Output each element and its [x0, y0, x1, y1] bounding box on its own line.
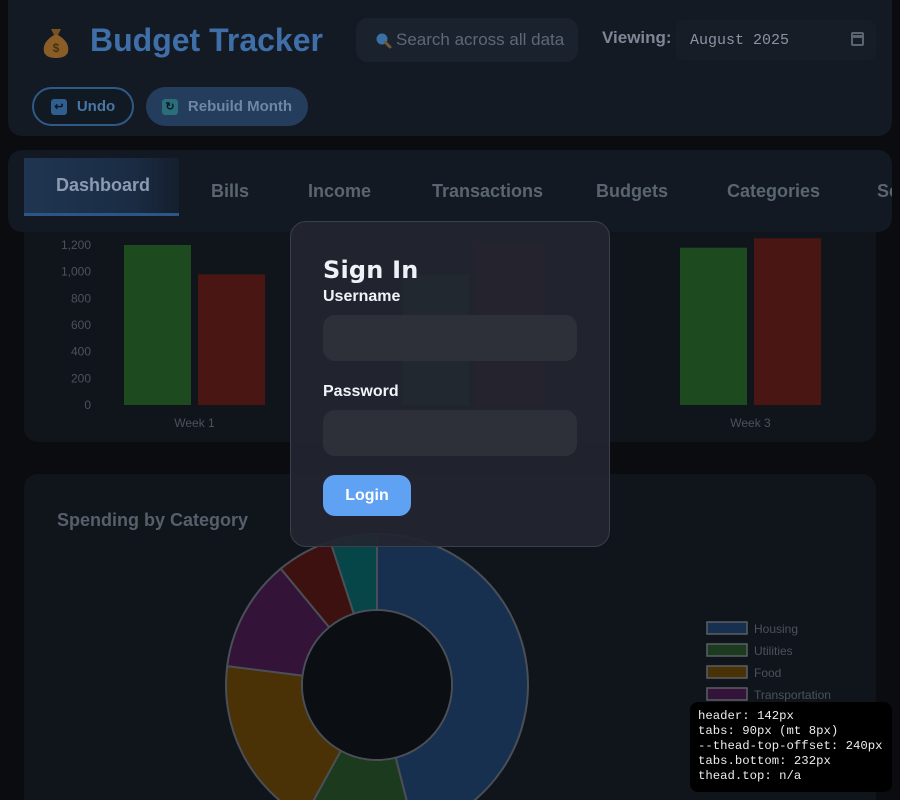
legend-swatch	[706, 643, 748, 657]
y-tick-label: 0	[84, 398, 91, 412]
month-picker[interactable]: August 2025	[676, 20, 876, 60]
search-icon	[376, 33, 392, 49]
bar	[198, 274, 265, 405]
bar	[754, 238, 821, 405]
y-tick-label: 400	[71, 345, 91, 359]
undo-label: Undo	[76, 98, 116, 115]
debug-line: --thead-top-offset: 240px	[698, 739, 883, 753]
money-bag-icon: $	[43, 29, 69, 58]
legend-swatch	[706, 687, 748, 701]
debug-line: tabs: 90px (mt 8px)	[698, 724, 839, 738]
tab-dashboard[interactable]: Dashboard	[24, 158, 179, 216]
y-tick-label: 600	[71, 318, 91, 332]
tab-bills[interactable]: Bills	[211, 158, 249, 224]
y-tick-label: 1,200	[61, 238, 91, 252]
username-field[interactable]	[323, 315, 577, 361]
search-input[interactable]	[396, 30, 566, 50]
donut-hole	[303, 611, 451, 759]
y-tick-label: 200	[71, 371, 91, 385]
undo-button[interactable]: ↩ Undo	[32, 87, 134, 126]
debug-overlay: header: 142px tabs: 90px (mt 8px) --thead-…	[690, 702, 892, 792]
app-title: Budget Tracker	[90, 22, 323, 58]
legend-label: Housing	[754, 622, 798, 636]
calendar-icon[interactable]	[851, 32, 864, 46]
username-label: Username	[323, 288, 401, 305]
x-tick-label: Week 3	[730, 416, 771, 430]
bar	[680, 247, 747, 405]
rebuild-month-button[interactable]: ↻ Rebuild Month	[146, 87, 308, 126]
tab-categories[interactable]: Categories	[727, 158, 820, 224]
debug-line: header: 142px	[698, 709, 794, 723]
main-tabs: Dashboard Bills Income Transactions Budg…	[8, 150, 892, 232]
refresh-icon: ↻	[161, 98, 178, 115]
sign-in-title: Sign In	[323, 256, 419, 284]
debug-line: tabs.bottom: 232px	[698, 754, 831, 768]
bar	[124, 245, 191, 405]
y-tick-label: 800	[71, 291, 91, 305]
sign-in-modal: Sign In Username Password Login	[290, 221, 610, 547]
app-header: $ Budget Tracker Viewing: August 2025 ↩ …	[8, 0, 892, 136]
viewing-label: Viewing:	[602, 28, 672, 47]
tab-transactions[interactable]: Transactions	[432, 158, 543, 224]
password-label: Password	[323, 383, 399, 400]
debug-line: thead.top: n/a	[698, 769, 802, 783]
undo-icon: ↩	[50, 98, 67, 115]
legend-swatch	[706, 665, 748, 679]
y-tick-label: 1,000	[61, 265, 91, 279]
tab-settings[interactable]: Se	[877, 158, 892, 224]
legend-label: Food	[754, 666, 781, 680]
month-value: August 2025	[690, 31, 790, 49]
svg-text:$: $	[53, 41, 60, 55]
legend-label: Transportation	[754, 688, 831, 702]
legend-swatch	[706, 621, 748, 635]
x-tick-label: Week 1	[174, 416, 215, 430]
password-field[interactable]	[323, 410, 577, 456]
rebuild-label: Rebuild Month	[187, 98, 293, 115]
login-button[interactable]: Login	[323, 475, 411, 516]
global-search[interactable]	[356, 18, 578, 62]
legend-label: Utilities	[754, 644, 793, 658]
tab-budgets[interactable]: Budgets	[596, 158, 668, 224]
tab-income[interactable]: Income	[308, 158, 371, 224]
